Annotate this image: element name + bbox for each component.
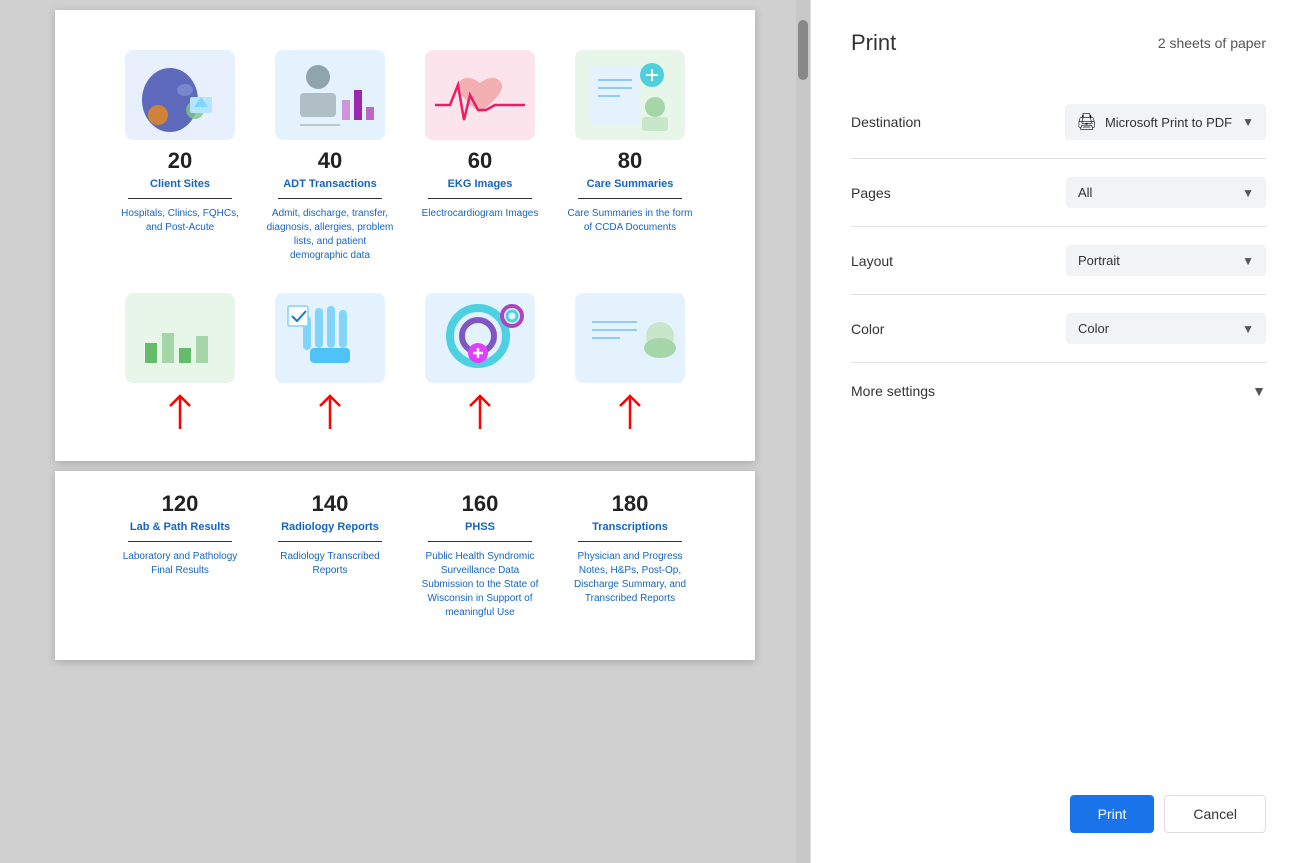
color-label: Color: [851, 321, 931, 337]
card-desc-1: Hospitals, Clinics, FQHCs, and Post-Acut…: [115, 207, 245, 235]
sheets-info: 2 sheets of paper: [1158, 35, 1266, 51]
card-number-phss: 160: [462, 491, 499, 517]
print-button[interactable]: Print: [1070, 795, 1155, 833]
pages-row: Pages All ▼: [851, 159, 1266, 227]
layout-value: Portrait: [1078, 253, 1120, 268]
color-chevron-icon: ▼: [1242, 322, 1254, 336]
card-desc-3: Electrocardiogram Images: [422, 207, 539, 221]
card-title-2: ADT Transactions: [283, 178, 377, 190]
more-settings-row[interactable]: More settings ▼: [851, 363, 1266, 419]
card-number-4: 80: [618, 148, 642, 174]
card-title-phss: PHSS: [465, 521, 495, 533]
bottom-icons-grid: [115, 293, 695, 441]
card-number-radio: 140: [312, 491, 349, 517]
print-header: Print 2 sheets of paper: [851, 30, 1266, 56]
card-title-trans: Transcriptions: [592, 521, 668, 533]
card-desc-4: Care Summaries in the form of CCDA Docum…: [565, 207, 695, 235]
card-desc-2: Admit, discharge, transfer, diagnosis, a…: [265, 207, 395, 263]
card-adt: 40 ADT Transactions Admit, discharge, tr…: [265, 50, 395, 263]
print-buttons: Print Cancel: [851, 775, 1266, 833]
card-lab: 120 Lab & Path Results Laboratory and Pa…: [115, 491, 245, 620]
card-title-3: EKG Images: [448, 178, 513, 190]
print-panel: Print 2 sheets of paper Destination 🖨 Mi…: [810, 0, 1306, 863]
destination-select[interactable]: 🖨 Microsoft Print to PDF ▼: [1065, 104, 1266, 140]
arrow-lab: [160, 391, 200, 441]
scrollbar-thumb[interactable]: [798, 20, 808, 80]
partial-card-lab: [115, 293, 245, 441]
card-ekg: 60 EKG Images Electrocardiogram Images: [415, 50, 545, 263]
card-title-lab: Lab & Path Results: [130, 521, 230, 533]
partial-card-phss: [415, 293, 545, 441]
card-care: 80 Care Summaries Care Summaries in the …: [565, 50, 695, 263]
top-cards-grid: 20 Client Sites Hospitals, Clinics, FQHC…: [115, 50, 695, 263]
card-number-2: 40: [318, 148, 342, 174]
icon-care: [575, 50, 685, 140]
print-preview: 20 Client Sites Hospitals, Clinics, FQHC…: [0, 0, 810, 863]
layout-chevron-icon: ▼: [1242, 254, 1254, 268]
pages-chevron-icon: ▼: [1242, 186, 1254, 200]
card-phss: 160 PHSS Public Health Syndromic Surveil…: [415, 491, 545, 620]
card-number-1: 20: [168, 148, 192, 174]
card-desc-trans: Physician and Progress Notes, H&Ps, Post…: [565, 550, 695, 606]
layout-row: Layout Portrait ▼: [851, 227, 1266, 295]
arrow-trans: [610, 391, 650, 441]
card-desc-lab: Laboratory and Pathology Final Results: [115, 550, 245, 578]
card-desc-phss: Public Health Syndromic Surveillance Dat…: [415, 550, 545, 620]
more-settings-label: More settings: [851, 383, 935, 399]
printer-icon: 🖨: [1077, 112, 1097, 132]
destination-row: Destination 🖨 Microsoft Print to PDF ▼: [851, 86, 1266, 159]
color-value: Color: [1078, 321, 1109, 336]
card-title-radio: Radiology Reports: [281, 521, 379, 533]
bottom-cards-grid: 120 Lab & Path Results Laboratory and Pa…: [115, 491, 695, 620]
icon-radio: [275, 293, 385, 383]
layout-select[interactable]: Portrait ▼: [1066, 245, 1266, 276]
card-desc-radio: Radiology Transcribed Reports: [265, 550, 395, 578]
partial-card-radio: [265, 293, 395, 441]
icon-phss: [425, 293, 535, 383]
icon-adt: [275, 50, 385, 140]
destination-value: Microsoft Print to PDF: [1105, 115, 1232, 130]
card-number-trans: 180: [612, 491, 649, 517]
card-title-1: Client Sites: [150, 178, 210, 190]
destination-chevron-icon: ▼: [1242, 115, 1254, 129]
page-1: 20 Client Sites Hospitals, Clinics, FQHC…: [55, 10, 755, 461]
icon-ekg: [425, 50, 535, 140]
card-client-sites: 20 Client Sites Hospitals, Clinics, FQHC…: [115, 50, 245, 263]
print-title: Print: [851, 30, 896, 56]
arrow-phss: [460, 391, 500, 441]
color-select[interactable]: Color ▼: [1066, 313, 1266, 344]
partial-card-trans: [565, 293, 695, 441]
layout-label: Layout: [851, 253, 931, 269]
icon-lab: [125, 293, 235, 383]
more-settings-chevron-icon: ▼: [1252, 383, 1266, 399]
pages-select[interactable]: All ▼: [1066, 177, 1266, 208]
page-2: 120 Lab & Path Results Laboratory and Pa…: [55, 471, 755, 660]
scrollbar-track[interactable]: [796, 0, 810, 863]
card-number-lab: 120: [162, 491, 199, 517]
card-title-4: Care Summaries: [587, 178, 674, 190]
arrow-radio: [310, 391, 350, 441]
pages-label: Pages: [851, 185, 931, 201]
icon-trans: [575, 293, 685, 383]
destination-label: Destination: [851, 114, 931, 130]
card-radio: 140 Radiology Reports Radiology Transcri…: [265, 491, 395, 620]
card-number-3: 60: [468, 148, 492, 174]
color-row: Color Color ▼: [851, 295, 1266, 363]
cancel-button[interactable]: Cancel: [1164, 795, 1266, 833]
icon-wisconsin: [125, 50, 235, 140]
card-trans: 180 Transcriptions Physician and Progres…: [565, 491, 695, 620]
pages-value: All: [1078, 185, 1092, 200]
